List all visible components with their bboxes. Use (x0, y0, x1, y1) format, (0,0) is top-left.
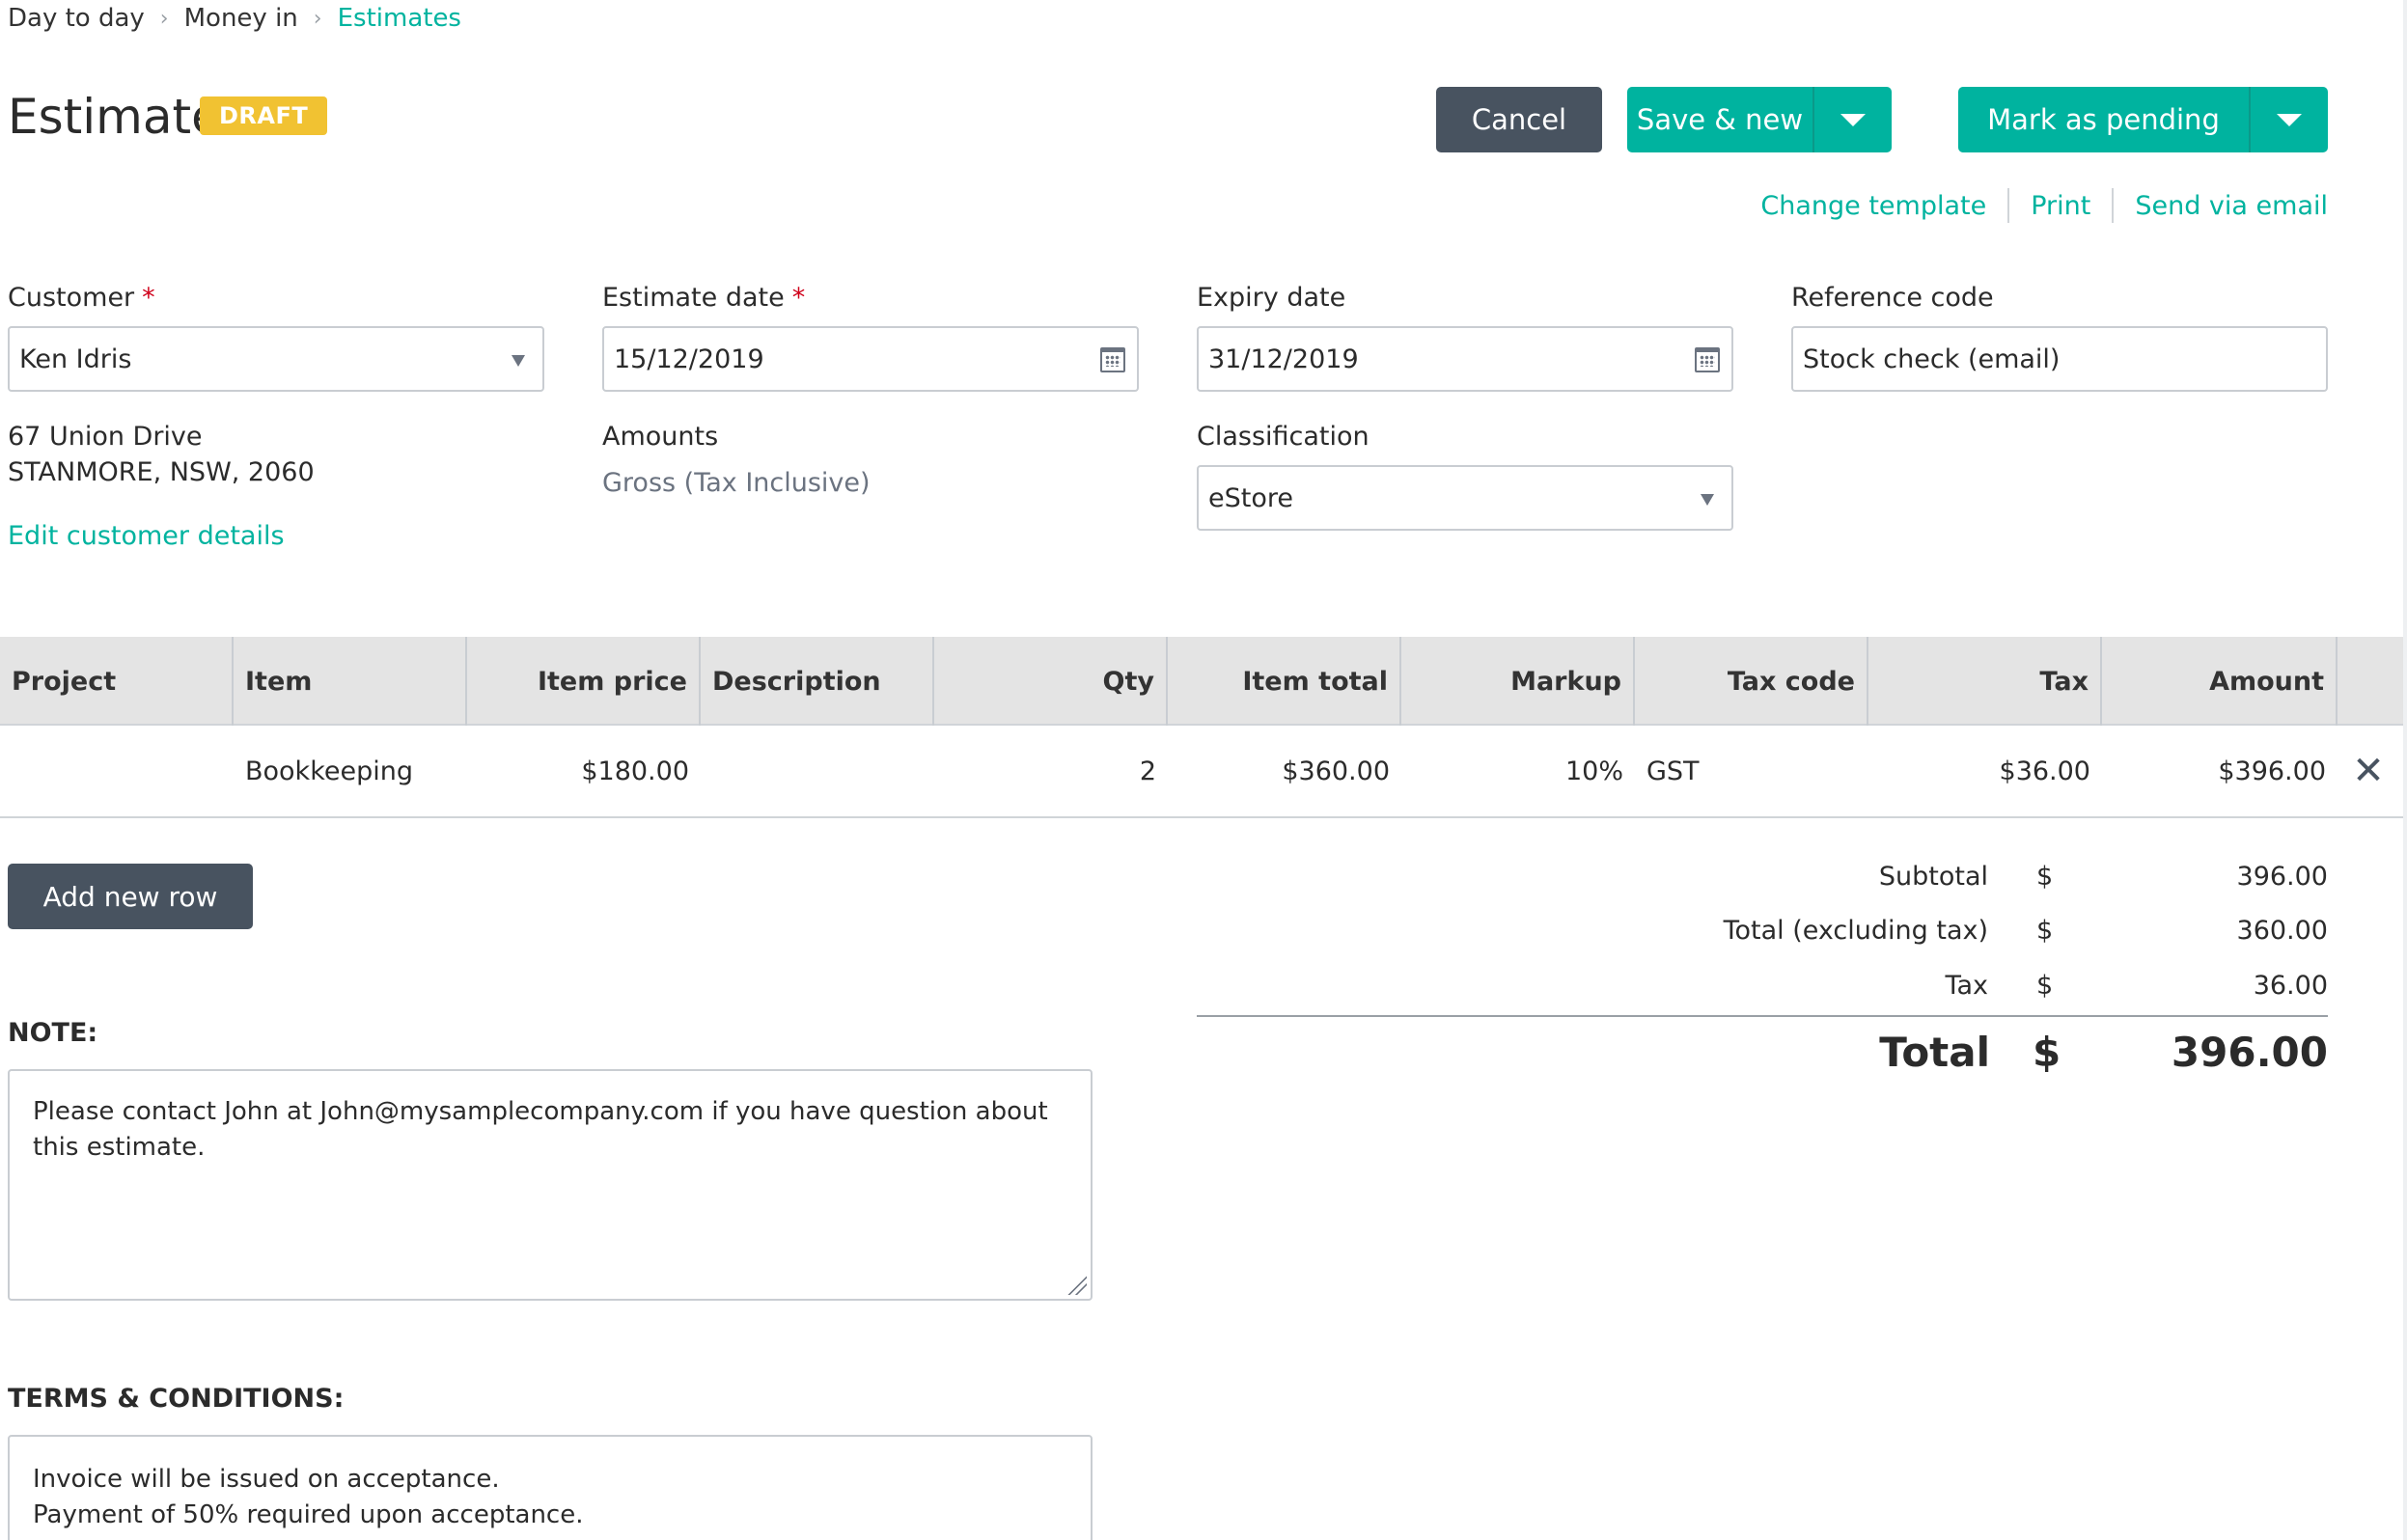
breadcrumb-day-to-day[interactable]: Day to day (8, 4, 145, 33)
cell-tax-code[interactable]: GST (1635, 726, 1868, 816)
cell-item[interactable]: Bookkeeping (234, 726, 467, 816)
tax-value: 36.00 (2253, 971, 2328, 1001)
cell-project[interactable] (0, 726, 234, 816)
tax-currency: $ (2036, 971, 2054, 1001)
cell-tax[interactable]: $36.00 (1868, 726, 2102, 816)
cell-markup[interactable]: 10% (1401, 726, 1635, 816)
required-asterisk: * (791, 283, 806, 313)
dropdown-arrow-icon (512, 355, 525, 367)
column-item-total: Item total (1168, 637, 1401, 726)
customer-address-line2: STANMORE, NSW, 2060 (8, 457, 315, 487)
column-project: Project (0, 637, 234, 726)
save-new-split-button: Save & new (1627, 87, 1892, 152)
terms-title: TERMS & CONDITIONS: (8, 1384, 345, 1414)
column-item-price: Item price (467, 637, 701, 726)
required-asterisk: * (142, 283, 155, 313)
cancel-button[interactable]: Cancel (1436, 87, 1602, 152)
mark-pending-split-button: Mark as pending (1958, 87, 2328, 152)
column-markup: Markup (1401, 637, 1635, 726)
calendar-icon[interactable] (1695, 347, 1720, 372)
save-options-dropdown[interactable] (1814, 87, 1892, 152)
caret-down-icon (2277, 113, 2302, 126)
column-amount: Amount (2102, 637, 2338, 726)
reference-code-label: Reference code (1791, 283, 1994, 313)
page-title: Estimate (8, 89, 221, 145)
breadcrumb: Day to day › Money in › Estimates (8, 4, 461, 33)
caret-down-icon (1840, 113, 1866, 126)
note-textarea[interactable]: Please contact John at John@mysamplecomp… (8, 1069, 1093, 1301)
expiry-date-label: Expiry date (1197, 283, 1346, 313)
totals-divider (1197, 1015, 2328, 1017)
customer-address-line1: 67 Union Drive (8, 422, 203, 452)
estimate-date-input[interactable]: 15/12/2019 (602, 326, 1139, 392)
subtotal-value: 396.00 (2236, 862, 2328, 892)
cell-qty[interactable]: 2 (934, 726, 1168, 816)
total-excl-tax-value: 360.00 (2236, 916, 2328, 946)
total-value: 396.00 (2171, 1029, 2328, 1076)
scrollbar[interactable] (2403, 0, 2407, 1540)
table-row: Bookkeeping $180.00 2 $360.00 10% GST $3… (0, 726, 2407, 818)
change-template-link[interactable]: Change template (1760, 191, 1986, 221)
table-header: Project Item Item price Description Qty … (0, 637, 2407, 726)
column-description: Description (701, 637, 934, 726)
expiry-date-input[interactable]: 31/12/2019 (1197, 326, 1733, 392)
classification-select[interactable]: eStore (1197, 465, 1733, 531)
note-title: NOTE: (8, 1018, 98, 1048)
amounts-value: Gross (Tax Inclusive) (602, 468, 871, 498)
total-excl-tax-label: Total (excluding tax) (1723, 916, 1988, 946)
add-new-row-button[interactable]: Add new row (8, 864, 253, 929)
remove-row-icon[interactable]: ✕ (2338, 726, 2399, 816)
customer-label: Customer * (8, 283, 155, 313)
chevron-right-icon: › (313, 6, 322, 31)
dropdown-arrow-icon (1701, 494, 1714, 506)
cell-description[interactable] (701, 726, 934, 816)
terms-textarea[interactable]: Invoice will be issued on acceptance. Pa… (8, 1435, 1093, 1540)
subtotal-currency: $ (2036, 862, 2054, 892)
breadcrumb-money-in[interactable]: Money in (184, 4, 298, 33)
subtotal-label: Subtotal (1878, 862, 1988, 892)
calendar-icon[interactable] (1100, 347, 1125, 372)
total-excl-tax-currency: $ (2036, 916, 2054, 946)
resize-handle-icon[interactable] (1065, 1274, 1087, 1295)
column-item: Item (234, 637, 467, 726)
chevron-right-icon: › (159, 6, 169, 31)
save-new-button[interactable]: Save & new (1627, 87, 1812, 152)
cell-item-total[interactable]: $360.00 (1168, 726, 1401, 816)
document-actions: Change template Print Send via email (1760, 188, 2328, 223)
line-items-table: Project Item Item price Description Qty … (0, 637, 2407, 818)
cell-item-price[interactable]: $180.00 (467, 726, 701, 816)
customer-select[interactable]: Ken Idris (8, 326, 544, 392)
mark-pending-button[interactable]: Mark as pending (1958, 87, 2249, 152)
status-badge: DRAFT (200, 96, 328, 135)
cell-amount[interactable]: $396.00 (2102, 726, 2338, 816)
column-qty: Qty (934, 637, 1168, 726)
estimate-date-label: Estimate date * (602, 283, 806, 313)
total-currency: $ (2033, 1029, 2061, 1076)
column-tax: Tax (1868, 637, 2102, 726)
send-via-email-link[interactable]: Send via email (2135, 191, 2328, 221)
column-tax-code: Tax code (1635, 637, 1868, 726)
edit-customer-details-link[interactable]: Edit customer details (8, 521, 285, 551)
breadcrumb-estimates[interactable]: Estimates (338, 4, 461, 33)
tax-label: Tax (1945, 971, 1988, 1001)
total-label: Total (1879, 1029, 1990, 1076)
amounts-label: Amounts (602, 422, 719, 452)
print-link[interactable]: Print (2031, 191, 2090, 221)
pending-options-dropdown[interactable] (2251, 87, 2328, 152)
classification-label: Classification (1197, 422, 1370, 452)
reference-code-input[interactable]: Stock check (email) (1791, 326, 2328, 392)
